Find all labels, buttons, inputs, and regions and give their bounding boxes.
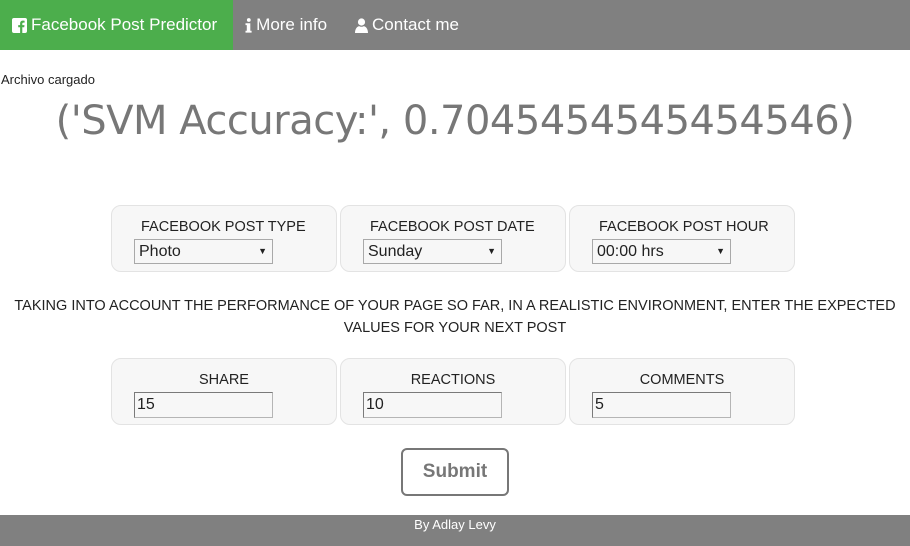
dropdown-arrow-icon: ▼ — [258, 246, 267, 256]
instructions-text: TAKING INTO ACCOUNT THE PERFORMANCE OF Y… — [0, 295, 910, 339]
facebook-icon — [12, 17, 27, 33]
reactions-card: REACTIONS — [340, 358, 566, 425]
post-hour-card: FACEBOOK POST HOUR 00:00 hrs ▼ — [569, 205, 795, 272]
dropdown-arrow-icon: ▼ — [716, 246, 725, 256]
nav-item-contact-me[interactable]: Contact me — [343, 0, 475, 50]
upload-status-text: Archivo cargado — [1, 72, 95, 87]
user-icon — [355, 17, 369, 33]
comments-card: COMMENTS — [569, 358, 795, 425]
post-date-label: FACEBOOK POST DATE — [370, 219, 535, 235]
post-date-card: FACEBOOK POST DATE Sunday ▼ — [340, 205, 566, 272]
share-card: SHARE — [111, 358, 337, 425]
post-type-value: Photo — [139, 243, 181, 260]
share-input[interactable] — [134, 392, 273, 418]
accuracy-result: ('SVM Accuracy:', 0.7045454545454546) — [55, 98, 855, 144]
footer: By Adlay Levy — [0, 515, 910, 546]
post-hour-select[interactable]: 00:00 hrs ▼ — [592, 239, 731, 264]
nav-item-label: Facebook Post Predictor — [31, 15, 218, 34]
reactions-label: REACTIONS — [410, 372, 496, 388]
post-type-label: FACEBOOK POST TYPE — [141, 219, 306, 235]
info-icon — [245, 17, 252, 33]
comments-label: COMMENTS — [639, 372, 725, 388]
share-label: SHARE — [199, 372, 249, 388]
nav-item-facebook-post-predictor[interactable]: Facebook Post Predictor — [0, 0, 234, 50]
nav-item-label: Contact me — [372, 15, 459, 34]
nav-item-label: More info — [256, 15, 328, 34]
post-hour-label: FACEBOOK POST HOUR — [599, 219, 769, 235]
post-type-select[interactable]: Photo ▼ — [134, 239, 273, 264]
instructions-line-2: VALUES FOR YOUR NEXT POST — [343, 320, 567, 336]
submit-button[interactable]: Submit — [401, 448, 509, 496]
expected-values-row: SHARE REACTIONS COMMENTS — [111, 358, 795, 425]
footer-credit: By Adlay Levy — [414, 517, 496, 532]
post-date-value: Sunday — [368, 243, 423, 260]
post-type-card: FACEBOOK POST TYPE Photo ▼ — [111, 205, 337, 272]
instructions-line-1: TAKING INTO ACCOUNT THE PERFORMANCE OF Y… — [14, 298, 896, 314]
post-date-select[interactable]: Sunday ▼ — [363, 239, 502, 264]
post-options-row: FACEBOOK POST TYPE Photo ▼ FACEBOOK POST… — [111, 205, 795, 272]
dropdown-arrow-icon: ▼ — [487, 246, 496, 256]
navbar: Facebook Post Predictor More info Contac… — [0, 0, 910, 50]
nav-item-more-info[interactable]: More info — [233, 0, 343, 50]
post-hour-value: 00:00 hrs — [597, 243, 664, 260]
comments-input[interactable] — [592, 392, 731, 418]
reactions-input[interactable] — [363, 392, 502, 418]
